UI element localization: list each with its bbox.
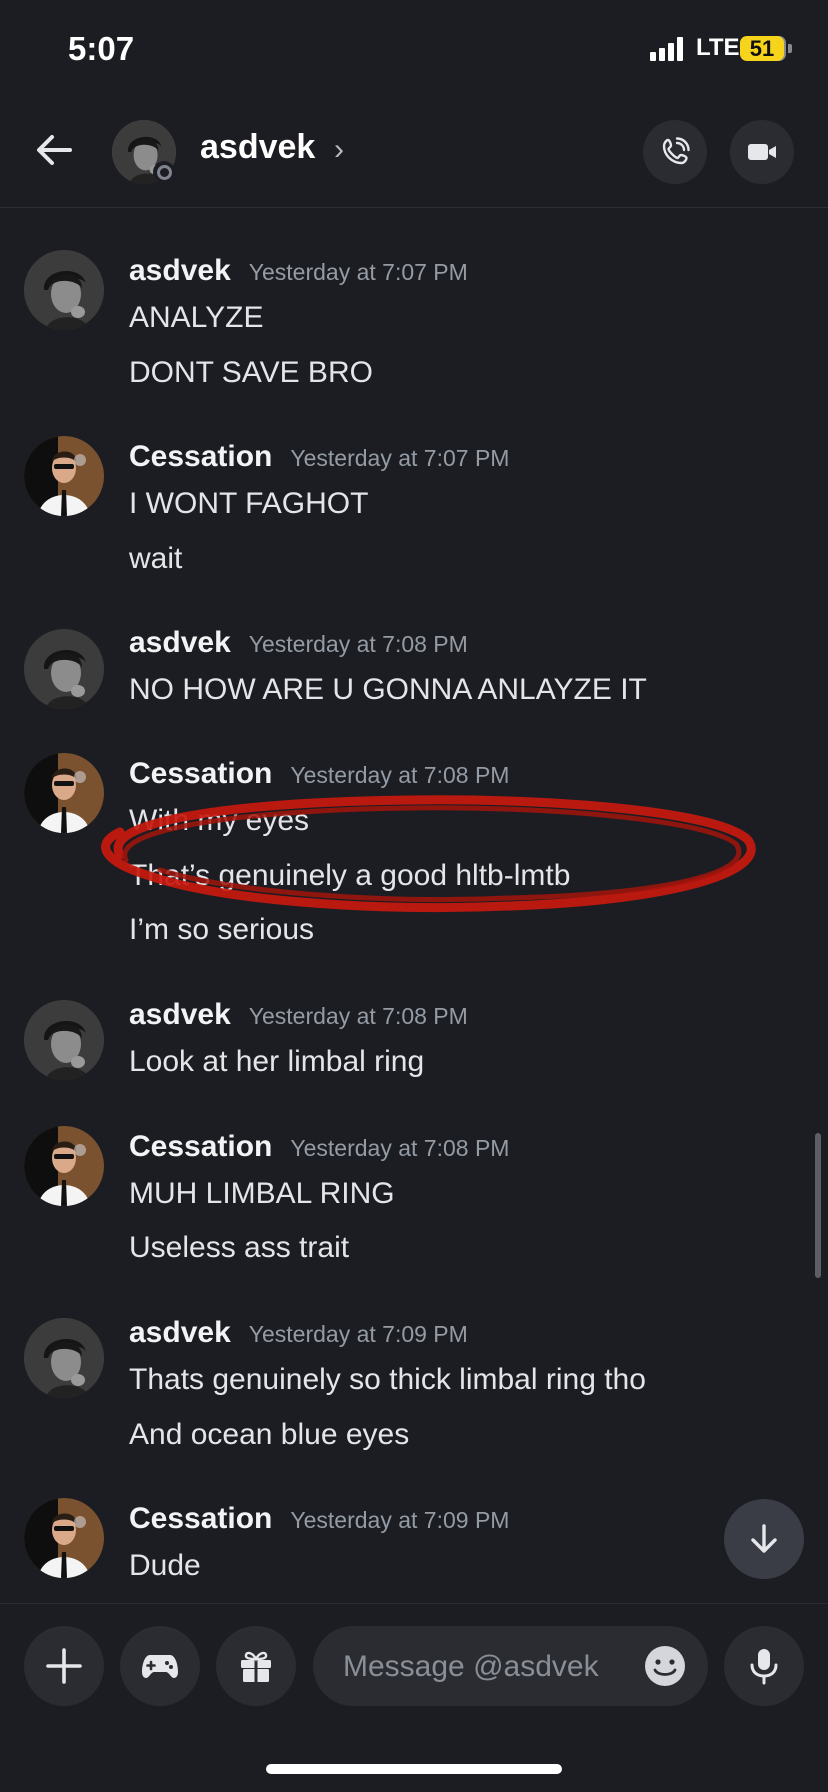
message-text: That’s genuinely a good hltb-lmtb	[129, 859, 571, 892]
avatar[interactable]	[24, 1498, 104, 1578]
microphone-icon	[750, 1649, 778, 1685]
message-timestamp: Yesterday at 7:09 PM	[290, 1507, 510, 1533]
activities-button[interactable]	[120, 1626, 200, 1706]
gift-button[interactable]	[216, 1626, 296, 1706]
message-input-box[interactable]	[313, 1626, 708, 1708]
message-author[interactable]: asdvek Yesterday at 7:09 PM	[129, 1316, 468, 1350]
message-timestamp: Yesterday at 7:08 PM	[248, 1003, 468, 1029]
message-text: I’m so serious	[129, 913, 315, 946]
message-author[interactable]: Cessation Yesterday at 7:08 PM	[129, 1130, 509, 1164]
message-timestamp: Yesterday at 7:08 PM	[290, 762, 510, 788]
message-timestamp: Yesterday at 7:07 PM	[248, 259, 468, 285]
message-text: Dude	[129, 1549, 201, 1582]
signal-icon	[650, 37, 684, 61]
message-text: MUH LIMBAL RING	[129, 1177, 395, 1210]
avatar[interactable]	[24, 629, 104, 709]
message-timestamp: Yesterday at 7:07 PM	[290, 445, 510, 471]
emoji-smile-icon	[645, 1646, 685, 1686]
plus-icon	[46, 1648, 82, 1684]
message-text: wait	[129, 542, 183, 575]
arrow-down-icon	[751, 1524, 777, 1553]
message-timestamp: Yesterday at 7:08 PM	[248, 631, 468, 657]
message-text: NO HOW ARE U GONNA ANLAYZE IT	[129, 673, 647, 706]
message-input[interactable]	[341, 1626, 645, 1708]
message-text: With my eyes	[129, 804, 310, 837]
message-author[interactable]: Cessation Yesterday at 7:09 PM	[129, 1502, 509, 1536]
voice-message-button[interactable]	[724, 1626, 804, 1706]
message-text: DONT SAVE BRO	[129, 356, 373, 389]
avatar[interactable]	[24, 1000, 104, 1080]
message-text: ANALYZE	[129, 301, 264, 334]
gamepad-icon	[142, 1655, 178, 1678]
chevron-right-icon[interactable]: ›	[334, 133, 344, 167]
emoji-button[interactable]	[643, 1644, 687, 1688]
phone-call-icon	[662, 137, 690, 165]
message-text: And ocean blue eyes	[129, 1418, 410, 1451]
avatar[interactable]	[24, 1126, 104, 1206]
message-text: Useless ass trait	[129, 1231, 350, 1264]
home-indicator[interactable]	[266, 1764, 562, 1774]
back-button[interactable]	[34, 130, 74, 170]
message-timestamp: Yesterday at 7:09 PM	[248, 1321, 468, 1347]
status-time: 5:07	[68, 30, 135, 67]
message-text: I WONT FAGHOT	[129, 487, 369, 520]
message-author[interactable]: Cessation Yesterday at 7:08 PM	[129, 757, 509, 791]
message-author[interactable]: asdvek Yesterday at 7:07 PM	[129, 254, 468, 288]
message-timestamp: Yesterday at 7:08 PM	[290, 1135, 510, 1161]
battery-icon: 51	[740, 36, 784, 61]
message-list[interactable]: asdvek Yesterday at 7:07 PM ANALYZE DONT …	[0, 208, 828, 1603]
network-label: LTE	[696, 34, 740, 61]
message-text: Look at her limbal ring	[129, 1045, 425, 1078]
message-composer	[0, 1603, 828, 1754]
status-bar: 5:07 LTE 51	[0, 0, 828, 100]
gift-icon	[241, 1651, 271, 1682]
avatar[interactable]	[24, 753, 104, 833]
message-author[interactable]: Cessation Yesterday at 7:07 PM	[129, 440, 509, 474]
presence-status-icon	[153, 161, 175, 183]
header-username[interactable]: asdvek	[200, 128, 315, 167]
chat-header: asdvek ›	[0, 100, 828, 208]
add-attachment-button[interactable]	[24, 1626, 104, 1706]
avatar[interactable]	[24, 436, 104, 516]
arrow-left-icon	[37, 135, 72, 165]
video-call-button[interactable]	[730, 120, 794, 184]
jump-to-present-button[interactable]	[724, 1499, 804, 1579]
avatar[interactable]	[24, 1318, 104, 1398]
message-author[interactable]: asdvek Yesterday at 7:08 PM	[129, 998, 468, 1032]
message-author[interactable]: asdvek Yesterday at 7:08 PM	[129, 626, 468, 660]
scrollbar[interactable]	[815, 1133, 821, 1278]
video-camera-icon	[748, 144, 776, 160]
voice-call-button[interactable]	[643, 120, 707, 184]
avatar[interactable]	[24, 250, 104, 330]
message-text: Thats genuinely so thick limbal ring tho	[129, 1363, 646, 1396]
